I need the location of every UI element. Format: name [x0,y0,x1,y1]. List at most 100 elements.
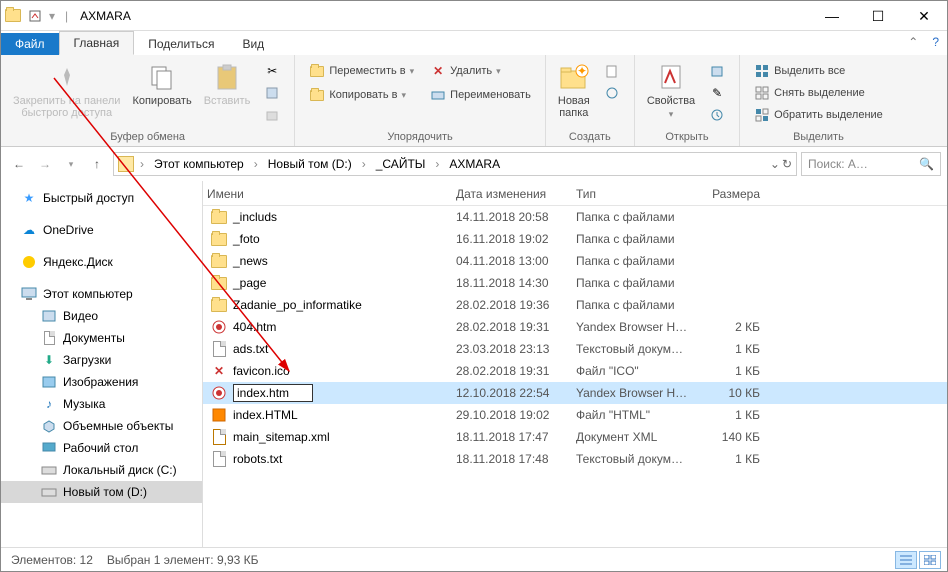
titlebar: ▾ | AXMARA — ☐ ✕ [1,1,947,31]
file-list: Имени Дата изменения Тип Размера _includ… [203,181,947,547]
back-button[interactable]: ← [7,152,31,176]
view-large-button[interactable] [919,551,941,569]
refresh-button[interactable]: ↻ [782,157,792,171]
tab-home[interactable]: Главная [59,31,135,55]
search-input[interactable]: Поиск: A… 🔍 [801,152,941,176]
cut-button[interactable]: ✂ [260,61,284,81]
chevron-right-icon[interactable]: › [431,157,443,171]
sidebar-item-pictures[interactable]: Изображения [1,371,202,393]
maximize-button[interactable]: ☐ [855,1,901,31]
tab-file[interactable]: Файл [1,33,59,55]
file-name: robots.txt [233,452,282,466]
file-row[interactable]: 404.htm28.02.2018 19:31Yandex Browser H…… [203,316,947,338]
column-date[interactable]: Дата изменения [448,187,568,201]
column-size[interactable]: Размера [698,187,768,201]
pin-button[interactable]: Закрепить на панели быстрого доступа [7,59,126,121]
chevron-right-icon[interactable]: › [136,157,148,171]
copy-to-button[interactable]: Копировать в▾ [305,85,418,105]
easy-access-button[interactable] [600,83,624,103]
edit-button[interactable]: ✎ [705,83,729,103]
file-row[interactable]: ads.txt23.03.2018 23:13Текстовый докум…1… [203,338,947,360]
paste-shortcut-button[interactable] [260,105,284,125]
folder-icon [211,209,227,225]
sidebar-item-drive-d[interactable]: Новый том (D:) [1,481,202,503]
file-type: Yandex Browser H… [568,320,698,334]
navbar: ← → ▾ ↑ › Этот компьютер › Новый том (D:… [1,147,947,181]
copy-path-button[interactable] [260,83,284,103]
column-type[interactable]: Тип [568,187,698,201]
rename-input[interactable]: index.htm [233,384,313,402]
file-row[interactable]: _foto16.11.2018 19:02Папка с файлами [203,228,947,250]
new-item-button[interactable] [600,61,624,81]
file-date: 18.11.2018 17:48 [448,452,568,466]
sidebar-item-3d[interactable]: Объемные объекты [1,415,202,437]
select-none-icon [754,85,770,101]
file-row[interactable]: index.htm12.10.2018 22:54Yandex Browser … [203,382,947,404]
sidebar-item-onedrive[interactable]: ☁OneDrive [1,219,202,241]
file-name: 404.htm [233,320,276,334]
rename-icon [430,87,446,103]
sidebar-item-documents[interactable]: Документы [1,327,202,349]
minimize-button[interactable]: — [809,1,855,31]
ribbon-group-new: Создать [552,129,628,146]
sidebar-item-drive-c[interactable]: Локальный диск (C:) [1,459,202,481]
file-type: Документ XML [568,430,698,444]
breadcrumb-item[interactable]: AXMARA [445,157,504,171]
file-row[interactable]: Zadanie_po_informatike28.02.2018 19:36Па… [203,294,947,316]
recent-button[interactable]: ▾ [59,152,83,176]
file-row[interactable]: _includs14.11.2018 20:58Папка с файлами [203,206,947,228]
chevron-up-icon[interactable]: ⌃ [908,35,918,49]
rename-button[interactable]: Переименовать [426,85,535,105]
chevron-right-icon[interactable]: › [250,157,262,171]
sidebar-item-yandex[interactable]: Яндекс.Диск [1,251,202,273]
tab-share[interactable]: Поделиться [134,33,228,55]
chevron-right-icon[interactable]: › [358,157,370,171]
copy-button[interactable]: Копировать [126,59,197,109]
select-all-icon [754,63,770,79]
file-type: Файл "ICO" [568,364,698,378]
close-button[interactable]: ✕ [901,1,947,31]
file-row[interactable]: main_sitemap.xml18.11.2018 17:47Документ… [203,426,947,448]
breadcrumb-item[interactable]: _САЙТЫ [372,157,430,171]
file-row[interactable]: index.HTML29.10.2018 19:02Файл "HTML"1 К… [203,404,947,426]
file-date: 18.11.2018 17:47 [448,430,568,444]
delete-button[interactable]: ✕Удалить▾ [426,61,535,81]
chevron-down-icon[interactable]: ⌄ [770,157,780,171]
properties-icon[interactable] [27,8,43,24]
view-details-button[interactable] [895,551,917,569]
open-button[interactable] [705,61,729,81]
history-button[interactable] [705,105,729,125]
forward-button[interactable]: → [33,152,57,176]
new-folder-button[interactable]: ✦ Новая папка [552,59,596,121]
column-name[interactable]: Имени [203,187,448,201]
sidebar-item-videos[interactable]: Видео [1,305,202,327]
help-icon[interactable]: ? [932,35,939,49]
tab-view[interactable]: Вид [228,33,278,55]
sidebar-item-this-pc[interactable]: Этот компьютер [1,283,202,305]
file-date: 29.10.2018 19:02 [448,408,568,422]
breadcrumb[interactable]: › Этот компьютер › Новый том (D:) › _САЙ… [113,152,797,176]
file-row[interactable]: robots.txt18.11.2018 17:48Текстовый доку… [203,448,947,470]
file-row[interactable]: _page18.11.2018 14:30Папка с файлами [203,272,947,294]
folder-icon [211,231,227,247]
file-date: 28.02.2018 19:31 [448,364,568,378]
select-all-button[interactable]: Выделить все [750,61,887,81]
sidebar-item-quick-access[interactable]: ★Быстрый доступ [1,187,202,209]
breadcrumb-item[interactable]: Этот компьютер [150,157,248,171]
sidebar-item-desktop[interactable]: Рабочий стол [1,437,202,459]
file-date: 18.11.2018 14:30 [448,276,568,290]
xml-icon [211,429,227,445]
file-row[interactable]: ✕favicon.ico28.02.2018 19:31Файл "ICO"1 … [203,360,947,382]
sidebar-item-downloads[interactable]: ⬇Загрузки [1,349,202,371]
paste-button[interactable]: Вставить [198,59,257,109]
up-button[interactable]: ↑ [85,152,109,176]
invert-selection-button[interactable]: Обратить выделение [750,105,887,125]
move-to-button[interactable]: Переместить в▾ [305,61,418,81]
ribbon-group-organize: Упорядочить [301,129,538,146]
select-none-button[interactable]: Снять выделение [750,83,887,103]
file-row[interactable]: _news04.11.2018 13:00Папка с файлами [203,250,947,272]
breadcrumb-item[interactable]: Новый том (D:) [264,157,356,171]
sidebar-item-music[interactable]: ♪Музыка [1,393,202,415]
properties-button[interactable]: Свойства ▾ [641,59,701,122]
path-icon [264,85,280,101]
